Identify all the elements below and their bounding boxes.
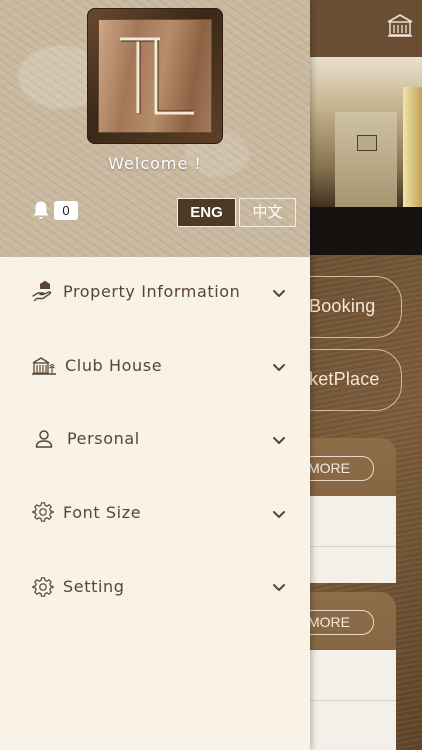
card-list <box>305 496 396 583</box>
menu-label: Property Information <box>63 282 241 301</box>
chevron-down-icon <box>273 511 285 518</box>
marketplace-label: ketPlace <box>309 369 380 389</box>
side-drawer: Welcome ! 0 ENG 中文 Property Information <box>0 0 310 750</box>
chevron-down-icon <box>273 584 285 591</box>
card-divider <box>305 546 396 547</box>
app-logo <box>87 8 223 144</box>
menu-item-personal[interactable]: Personal <box>0 409 310 469</box>
clubhouse-icon <box>32 357 56 375</box>
more-label: MORE <box>308 614 350 630</box>
welcome-text: Welcome ! <box>108 154 202 173</box>
menu-item-club-house[interactable]: Club House <box>0 336 310 396</box>
drawer-header: Welcome ! 0 ENG 中文 <box>0 0 310 257</box>
logo-letters <box>120 37 194 115</box>
chevron-down-icon <box>273 364 285 371</box>
language-english-button[interactable]: ENG <box>177 198 236 227</box>
lobby-photo <box>305 57 422 255</box>
person-icon <box>35 430 53 448</box>
chevron-down-icon <box>273 290 285 297</box>
language-chinese-button[interactable]: 中文 <box>239 198 296 227</box>
building-icon[interactable] <box>386 12 414 38</box>
bell-icon[interactable] <box>32 200 50 220</box>
card-divider <box>305 700 396 701</box>
menu-label: Club House <box>65 356 163 375</box>
notification-count-badge[interactable]: 0 <box>54 201 78 220</box>
menu-label: Personal <box>67 429 140 448</box>
menu-label: Setting <box>63 577 125 596</box>
gear-icon <box>32 502 54 522</box>
menu-item-font-size[interactable]: Font Size <box>0 483 310 543</box>
gear-icon <box>32 577 54 597</box>
menu-item-property-information[interactable]: Property Information <box>0 262 310 322</box>
chevron-down-icon <box>273 437 285 444</box>
booking-label: Booking <box>309 296 376 316</box>
menu-label: Font Size <box>63 503 142 522</box>
more-label: MORE <box>308 460 350 476</box>
hand-house-icon <box>32 280 52 302</box>
menu-item-setting[interactable]: Setting <box>0 556 310 616</box>
